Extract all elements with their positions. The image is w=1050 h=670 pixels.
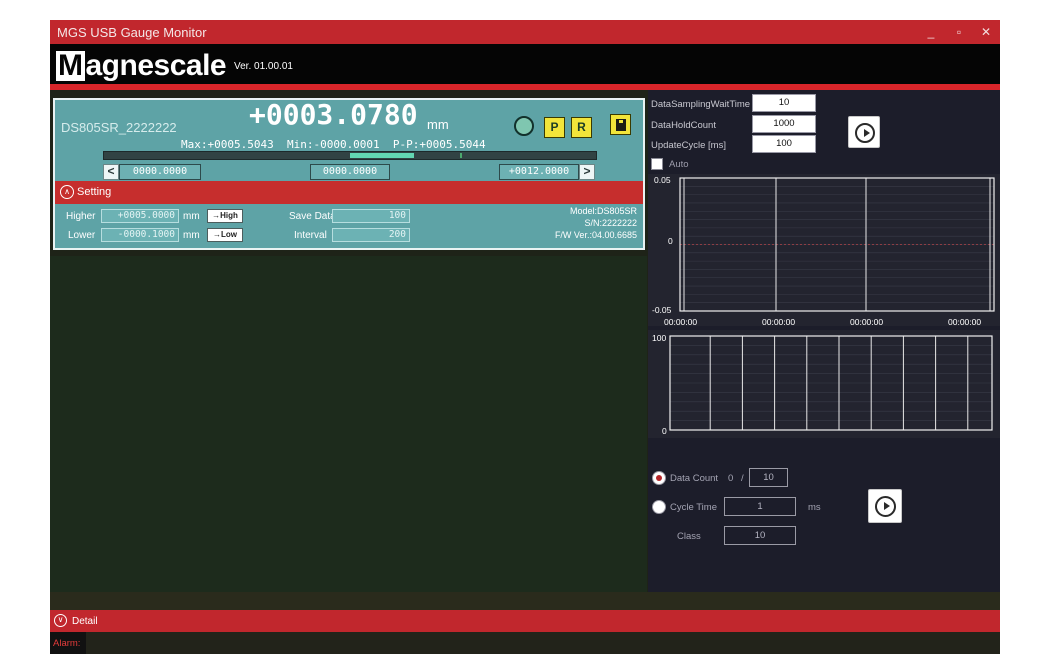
auto-label: Auto [669, 159, 689, 170]
data-hold-count-label: DataHoldCount [651, 120, 716, 131]
save-card-button[interactable] [610, 114, 631, 135]
range-indicator [350, 153, 414, 158]
magnescale-logo: Magnescale [56, 49, 227, 82]
set-high-button[interactable]: →High [207, 209, 243, 223]
measured-value: +0003.0780 [249, 98, 418, 131]
alarm-row: Alarm: [50, 632, 1000, 654]
serial-label: S/N:2222222 [584, 218, 637, 228]
y-tick-label: 100 [652, 333, 666, 343]
data-count-field[interactable]: 10 [749, 468, 788, 487]
value-unit: mm [427, 117, 449, 132]
range-min-field[interactable]: 0000.0000 [119, 164, 201, 180]
x-tick-label: 00:00:00 [850, 317, 883, 326]
x-tick-label: 00:00:00 [664, 317, 697, 326]
cycle-time-radio[interactable] [652, 500, 666, 514]
data-sampling-wait-time-field[interactable]: 10 [752, 94, 816, 112]
model-label: Model:DS805SR [569, 206, 637, 216]
higher-unit: mm [183, 211, 200, 222]
minimize-button[interactable]: _ [922, 23, 940, 41]
save-data-field[interactable]: 100 [332, 209, 410, 223]
max-min-pp-stats: Max:+0005.5043 Min:-0000.0001 P-P:+0005.… [181, 138, 486, 151]
data-count-current: 0 [728, 473, 734, 484]
play-icon [855, 123, 875, 143]
setting-area: Higher +0005.0000 mm →High Lower -0000.1… [55, 204, 643, 248]
setting-label: Setting [77, 186, 112, 198]
data-sampling-wait-time-label: DataSamplingWaitTime [651, 99, 751, 110]
update-cycle-label: UpdateCycle [ms] [651, 140, 726, 151]
title-bar: MGS USB Gauge Monitor _ ▫ ✕ [50, 20, 1000, 44]
reset-button[interactable]: R [571, 117, 592, 138]
set-low-button[interactable]: →Low [207, 228, 243, 242]
maximize-button[interactable]: ▫ [950, 23, 968, 41]
save-data-label: Save Data [289, 211, 336, 222]
logo-bar: Magnescale Ver. 01.00.01 [50, 44, 1000, 84]
workspace-area [50, 256, 647, 592]
y-tick-label: -0.05 [652, 305, 672, 315]
interval-label: Interval [294, 230, 327, 241]
lower-unit: mm [183, 230, 200, 241]
version-label: Ver. 01.00.01 [234, 61, 293, 72]
cycle-time-field[interactable]: 1 [724, 497, 796, 516]
y-tick-label: 0.05 [654, 175, 671, 185]
right-panel: DataSamplingWaitTime 10 DataHoldCount 10… [648, 90, 1000, 592]
class-label: Class [677, 531, 701, 542]
cycle-time-label: Cycle Time [670, 502, 717, 513]
gauge-panel: DS805SR_2222222 +0003.0780 mm Max:+0005.… [53, 98, 645, 250]
higher-limit-field[interactable]: +0005.0000 [101, 209, 179, 223]
range-bar [103, 151, 597, 160]
histogram-chart-svg: 100 0 [652, 333, 993, 436]
status-led-icon [514, 116, 534, 136]
sd-card-icon [616, 119, 626, 131]
lower-limit-field[interactable]: -0000.1000 [101, 228, 179, 242]
data-count-label: Data Count [670, 473, 719, 484]
auto-checkbox[interactable] [651, 158, 663, 170]
alarm-label: Alarm: [50, 632, 86, 654]
trend-chart: 0.05 0 -0.05 00:00:00 00:00:00 00:00:00 … [648, 174, 1000, 327]
cycle-time-unit: ms [808, 502, 821, 513]
range-marker [460, 153, 462, 158]
preset-button[interactable]: P [544, 117, 565, 138]
range-center-field[interactable]: 0000.0000 [310, 164, 390, 180]
data-count-separator: / [741, 473, 744, 484]
detail-label: Detail [72, 616, 98, 627]
higher-label: Higher [66, 211, 96, 222]
y-tick-label: 0 [668, 236, 673, 246]
data-count-radio[interactable] [652, 471, 666, 485]
app-window: MGS USB Gauge Monitor _ ▫ ✕ Magnescale V… [50, 20, 1000, 654]
chevron-down-icon: ∨ [54, 614, 67, 627]
data-hold-count-field[interactable]: 1000 [752, 115, 816, 133]
trend-chart-svg: 0.05 0 -0.05 00:00:00 00:00:00 00:00:00 … [652, 175, 995, 327]
device-name: DS805SR_2222222 [61, 120, 177, 135]
play-icon [875, 496, 896, 517]
firmware-label: F/W Ver.:04.00.6685 [554, 230, 637, 240]
update-cycle-field[interactable]: 100 [752, 135, 816, 153]
range-left-arrow-button[interactable]: < [103, 164, 119, 180]
range-right-arrow-button[interactable]: > [579, 164, 595, 180]
x-tick-label: 00:00:00 [762, 317, 795, 326]
start-acquisition-button[interactable] [868, 489, 902, 523]
window-title: MGS USB Gauge Monitor [57, 25, 207, 40]
x-tick-label: 00:00:00 [948, 317, 981, 326]
class-field[interactable]: 10 [724, 526, 796, 545]
detail-toggle-bar[interactable]: ∨ Detail [50, 610, 1000, 632]
y-tick-label: 0 [662, 426, 667, 436]
detail-divider [50, 592, 1000, 610]
lower-label: Lower [68, 230, 96, 241]
range-max-field[interactable]: +0012.0000 [499, 164, 579, 180]
close-button[interactable]: ✕ [977, 23, 995, 41]
start-monitor-button[interactable] [848, 116, 880, 148]
histogram-chart: 100 0 [648, 330, 1000, 438]
chevron-up-icon: ∧ [60, 185, 74, 199]
setting-toggle-bar[interactable]: ∧ Setting [55, 181, 643, 204]
interval-field[interactable]: 200 [332, 228, 410, 242]
